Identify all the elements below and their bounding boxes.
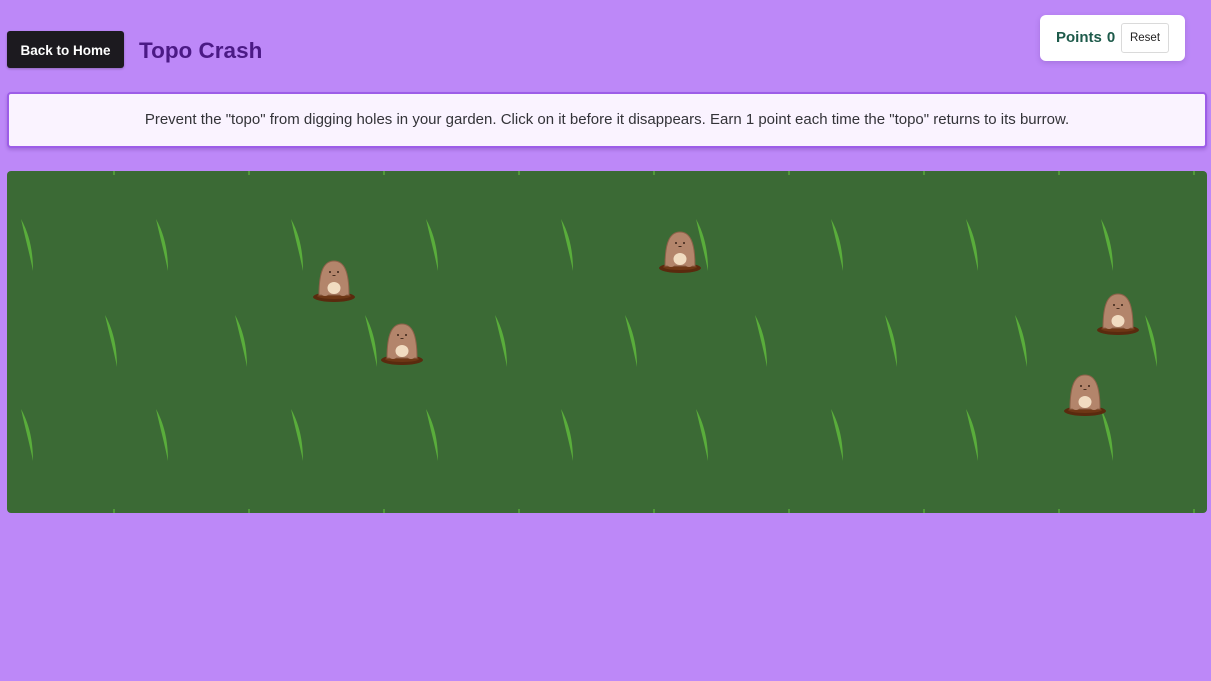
grass-blade [426,219,438,271]
mole-icon[interactable] [379,318,425,366]
instructions-panel: Prevent the "topo" from digging holes in… [7,92,1207,148]
grass-tuft [248,171,250,175]
grass-blade [755,315,767,367]
back-to-home-button[interactable]: Back to Home [7,31,124,68]
grass-blade [696,409,708,461]
grass-tuft [383,171,385,175]
grass-blade [561,219,573,271]
grass-blade [235,315,247,367]
grass-blade [365,315,377,367]
grass-blade [561,409,573,461]
grass-blade [966,219,978,271]
grass-tuft [383,509,385,513]
mole-icon[interactable] [311,255,357,303]
grass-background [21,171,1195,513]
grass-tuft [923,171,925,175]
score-panel: Points 0 Reset [1040,15,1185,61]
grass-tuft [1058,171,1060,175]
grass-blade [21,409,33,461]
grass-blade [625,315,637,367]
grass-blade [831,219,843,271]
grass-blade [885,315,897,367]
instructions-text: Prevent the "topo" from digging holes in… [144,111,1070,128]
grass-blade [1015,315,1027,367]
grass-tuft [1193,509,1195,513]
points-label: Points [1056,29,1102,46]
grass-tuft [518,171,520,175]
grass-blade [1145,315,1157,367]
grass-tuft [1193,171,1195,175]
reset-button[interactable]: Reset [1121,23,1169,53]
mole-icon[interactable] [1062,369,1108,417]
mole-icon[interactable] [657,226,703,274]
grass-blade [495,315,507,367]
grass-blade [966,409,978,461]
grass-tuft [113,171,115,175]
grass-tuft [518,509,520,513]
grass-tuft [1058,509,1060,513]
grass-blade [831,409,843,461]
grass-blade [156,219,168,271]
mole-icon[interactable] [1095,288,1141,336]
grass-tuft [653,509,655,513]
grass-tuft [788,509,790,513]
grass-blade [291,409,303,461]
grass-tuft [923,509,925,513]
page-title: Topo Crash [139,38,263,63]
grass-tuft [788,171,790,175]
grass-blade [1101,219,1113,271]
grass-tuft [653,171,655,175]
grass-tuft [248,509,250,513]
points-value: 0 [1106,29,1116,46]
grass-blade [105,315,117,367]
grass-tuft [113,509,115,513]
game-board[interactable] [7,171,1207,513]
grass-blade [291,219,303,271]
grass-blade [21,219,33,271]
points-display: Points 0 [1056,28,1115,48]
grass-blade [426,409,438,461]
grass-blade [156,409,168,461]
